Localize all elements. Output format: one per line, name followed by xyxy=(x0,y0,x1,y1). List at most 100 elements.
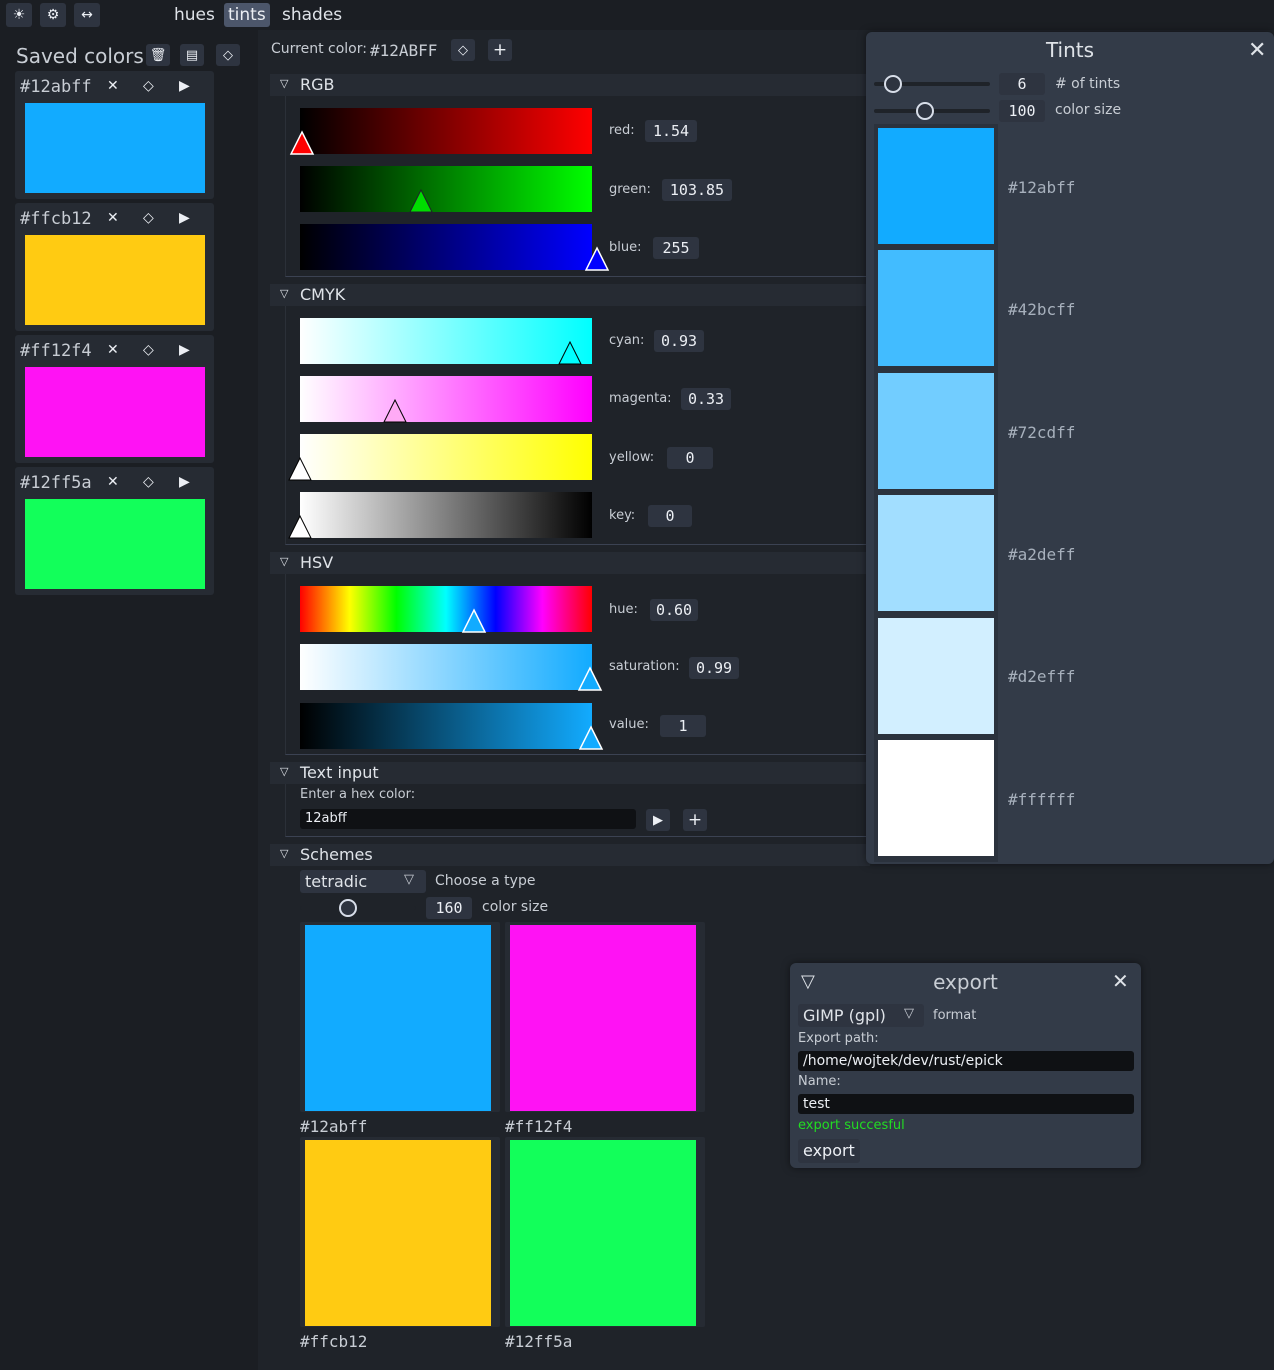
schemes-section-header[interactable]: ▽ Schemes xyxy=(270,844,870,866)
tint-swatch[interactable] xyxy=(878,495,994,611)
scheme-swatch[interactable] xyxy=(510,1140,696,1326)
blue-slider[interactable] xyxy=(300,224,592,270)
green-slider[interactable] xyxy=(300,166,592,212)
swap-icon[interactable]: ↔ xyxy=(74,3,100,27)
saved-color-hex: #ff12f4 xyxy=(20,341,92,361)
cyan-slider[interactable] xyxy=(300,318,592,364)
hsv-section-header[interactable]: ▽ HSV xyxy=(270,552,870,574)
format-select[interactable]: GIMP (gpl) ▽ xyxy=(798,1004,924,1027)
yellow-slider-marker[interactable] xyxy=(287,456,313,482)
sun-icon[interactable]: ☀ xyxy=(6,3,32,27)
remove-icon[interactable]: ✕ xyxy=(107,210,119,226)
value-slider-marker[interactable] xyxy=(578,725,604,751)
scheme-size-rail[interactable] xyxy=(300,906,416,910)
tints-count-input[interactable]: 6 xyxy=(999,73,1045,95)
red-slider-marker[interactable] xyxy=(289,130,315,156)
saturation-value-input[interactable]: 0.99 xyxy=(689,657,739,679)
tab-hues[interactable]: hues xyxy=(170,3,219,27)
gear-icon[interactable]: ⚙ xyxy=(40,3,66,27)
saved-color-swatch[interactable] xyxy=(25,499,205,589)
tint-swatch[interactable] xyxy=(878,128,994,244)
red-value-input[interactable]: 1.54 xyxy=(645,120,697,142)
hue-slider-marker[interactable] xyxy=(461,608,487,634)
play-icon[interactable]: ▶ xyxy=(646,809,670,831)
tint-swatch[interactable] xyxy=(878,250,994,366)
add-icon[interactable]: + xyxy=(488,39,512,61)
scheme-type-select[interactable]: tetradic ▽ xyxy=(300,870,426,893)
value-value-input[interactable]: 1 xyxy=(660,715,706,737)
magenta-label: magenta: xyxy=(609,391,672,406)
tint-swatch[interactable] xyxy=(878,740,994,856)
tag-icon[interactable]: ◇ xyxy=(451,39,475,61)
cyan-value-input[interactable]: 0.93 xyxy=(654,330,704,352)
collapse-icon: ▽ xyxy=(280,765,289,778)
magenta-value-input[interactable]: 0.33 xyxy=(681,388,731,410)
tab-shades[interactable]: shades xyxy=(278,3,346,27)
green-label: green: xyxy=(609,182,651,197)
saved-color-swatch[interactable] xyxy=(25,367,205,457)
saturation-slider[interactable] xyxy=(300,644,592,690)
tints-window: Tints ✕ 6 # of tints 100 color size #12a… xyxy=(866,32,1274,864)
tints-size-label: color size xyxy=(1055,102,1122,118)
add-icon[interactable]: + xyxy=(683,809,707,831)
blue-slider-marker[interactable] xyxy=(584,246,610,272)
tag-icon[interactable]: ◇ xyxy=(143,78,154,94)
scheme-hex: #ffcb12 xyxy=(300,1332,368,1351)
magenta-slider[interactable] xyxy=(300,376,592,422)
play-icon[interactable]: ▶ xyxy=(179,78,190,94)
close-icon[interactable]: ✕ xyxy=(1112,969,1129,993)
cmyk-section-header[interactable]: ▽ CMYK xyxy=(270,284,870,306)
saturation-slider-marker[interactable] xyxy=(577,666,603,692)
tint-swatch[interactable] xyxy=(878,373,994,489)
tag-icon[interactable]: ◇ xyxy=(143,210,154,226)
scheme-swatch[interactable] xyxy=(510,925,696,1111)
play-icon[interactable]: ▶ xyxy=(179,210,190,226)
cyan-slider-marker[interactable] xyxy=(557,340,583,366)
green-slider-marker[interactable] xyxy=(408,188,434,214)
saved-color-hex: #ffcb12 xyxy=(20,209,92,229)
scheme-swatch[interactable] xyxy=(305,925,491,1111)
tab-tints[interactable]: tints xyxy=(224,3,270,27)
blue-value-input[interactable]: 255 xyxy=(653,237,699,259)
saved-color-hex: #12ff5a xyxy=(20,473,92,493)
tag-icon[interactable]: ◇ xyxy=(143,474,154,490)
saturation-label: saturation: xyxy=(609,659,680,674)
magenta-slider-marker[interactable] xyxy=(382,398,408,424)
text-input-section-header[interactable]: ▽ Text input xyxy=(270,762,870,784)
tag-icon[interactable]: ◇ xyxy=(143,342,154,358)
copy-icon[interactable]: ▤ xyxy=(180,44,204,66)
hex-input[interactable]: 12abff xyxy=(300,809,636,829)
value-slider[interactable] xyxy=(300,703,592,749)
yellow-value-input[interactable]: 0 xyxy=(667,447,713,469)
export-button[interactable]: export xyxy=(798,1139,860,1163)
red-slider[interactable] xyxy=(300,108,592,154)
trash-icon[interactable]: 🗑 xyxy=(146,44,170,66)
scheme-swatch[interactable] xyxy=(305,1140,491,1326)
green-value-input[interactable]: 103.85 xyxy=(662,179,732,201)
hue-slider[interactable] xyxy=(300,586,592,632)
remove-icon[interactable]: ✕ xyxy=(107,78,119,94)
scheme-size-knob[interactable] xyxy=(339,899,357,917)
play-icon[interactable]: ▶ xyxy=(179,342,190,358)
tag-icon[interactable]: ◇ xyxy=(216,44,240,66)
key-slider[interactable] xyxy=(300,492,592,538)
remove-icon[interactable]: ✕ xyxy=(107,474,119,490)
tints-size-input[interactable]: 100 xyxy=(999,100,1045,122)
saved-color-swatch[interactable] xyxy=(25,103,205,193)
name-input[interactable]: test xyxy=(798,1094,1134,1114)
saved-color-swatch[interactable] xyxy=(25,235,205,325)
rgb-section-header[interactable]: ▽ RGB xyxy=(270,74,870,96)
export-path-input[interactable]: /home/wojtek/dev/rust/epick xyxy=(798,1051,1134,1071)
remove-icon[interactable]: ✕ xyxy=(107,342,119,358)
yellow-slider[interactable] xyxy=(300,434,592,480)
tints-count-knob[interactable] xyxy=(884,75,902,93)
tints-size-knob[interactable] xyxy=(916,102,934,120)
hue-value-input[interactable]: 0.60 xyxy=(650,599,698,621)
play-icon[interactable]: ▶ xyxy=(179,474,190,490)
tint-swatch[interactable] xyxy=(878,618,994,734)
scheme-size-input[interactable]: 160 xyxy=(426,897,472,919)
key-value-input[interactable]: 0 xyxy=(648,505,692,527)
close-icon[interactable]: ✕ xyxy=(1248,38,1266,63)
scheme-hex: #ff12f4 xyxy=(505,1117,573,1136)
key-slider-marker[interactable] xyxy=(287,514,313,540)
